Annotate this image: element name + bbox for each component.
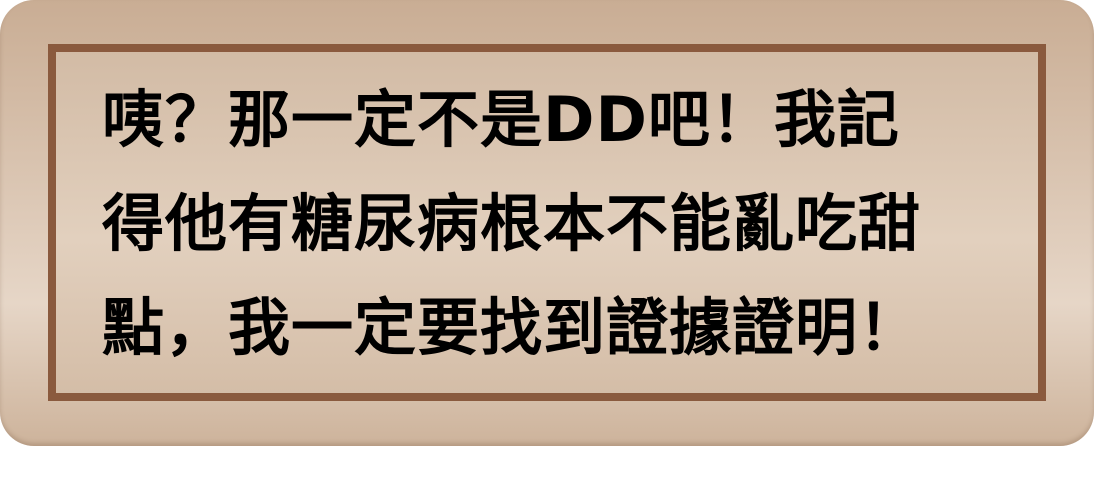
dialog-text: 咦？那一定不是DD吧！我記 得他有糖尿病根本不能亂吃甜 點，我一定要找到證據證明… [102, 68, 1032, 380]
dialog-line-3: 點，我一定要找到證據證明！ [102, 291, 922, 364]
dialog-line-1: 咦？那一定不是DD吧！我記 [102, 83, 900, 156]
dialog-box[interactable]: 咦？那一定不是DD吧！我記 得他有糖尿病根本不能亂吃甜 點，我一定要找到證據證明… [0, 0, 1094, 446]
dialog-line-2: 得他有糖尿病根本不能亂吃甜 [102, 187, 922, 260]
